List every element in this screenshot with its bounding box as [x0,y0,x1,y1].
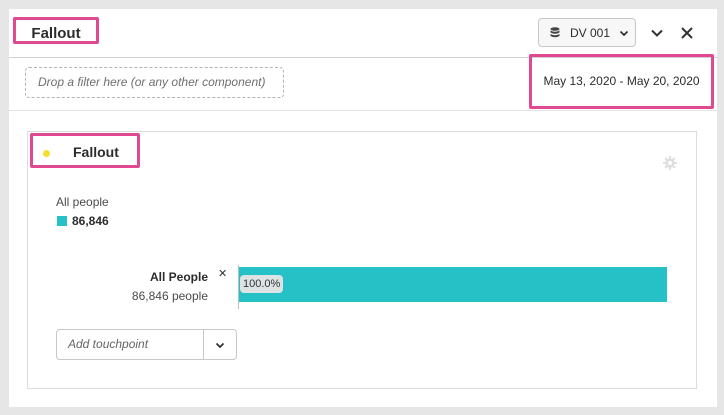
panel-header: Fallout DV 001 [9,9,717,58]
close-icon[interactable] [680,26,694,40]
bar-percent-label: 100.0% [240,275,284,293]
remove-touchpoint-icon[interactable]: ✕ [218,267,227,280]
legend-value: 86,846 [72,214,109,228]
fallout-visualization: Fallout All people 86,846 All People 86,… [27,131,697,389]
datasource-dropdown[interactable]: DV 001 [538,18,636,47]
visualization-title-highlight: Fallout [30,133,140,168]
fallout-panel: Fallout DV 001 Drop a filter here (or an… [9,9,717,407]
legend-label: All people [56,195,109,209]
gear-icon[interactable] [663,156,677,170]
datasource-label: DV 001 [570,25,611,40]
chevron-down-icon [215,342,225,348]
status-dot-icon [43,150,50,157]
filter-bar: Drop a filter here (or any other compone… [9,54,717,111]
add-touchpoint-toggle[interactable] [203,330,236,359]
legend-swatch [57,216,67,226]
filter-dropzone[interactable]: Drop a filter here (or any other compone… [25,67,284,98]
add-touchpoint-input[interactable]: Add touchpoint [57,330,203,359]
visualization-title: Fallout [73,144,119,160]
touchpoint-label: All People [149,270,208,284]
touchpoint-count: 86,846 people [131,289,208,303]
chevron-down-icon [619,30,629,36]
database-icon [550,27,560,38]
fallout-bar[interactable] [239,267,667,302]
panel-title: Fallout [13,17,99,44]
add-touchpoint-dropdown[interactable]: Add touchpoint [56,329,237,360]
date-range[interactable]: May 13, 2020 - May 20, 2020 [529,54,714,109]
collapse-chevron-icon[interactable] [650,26,664,40]
